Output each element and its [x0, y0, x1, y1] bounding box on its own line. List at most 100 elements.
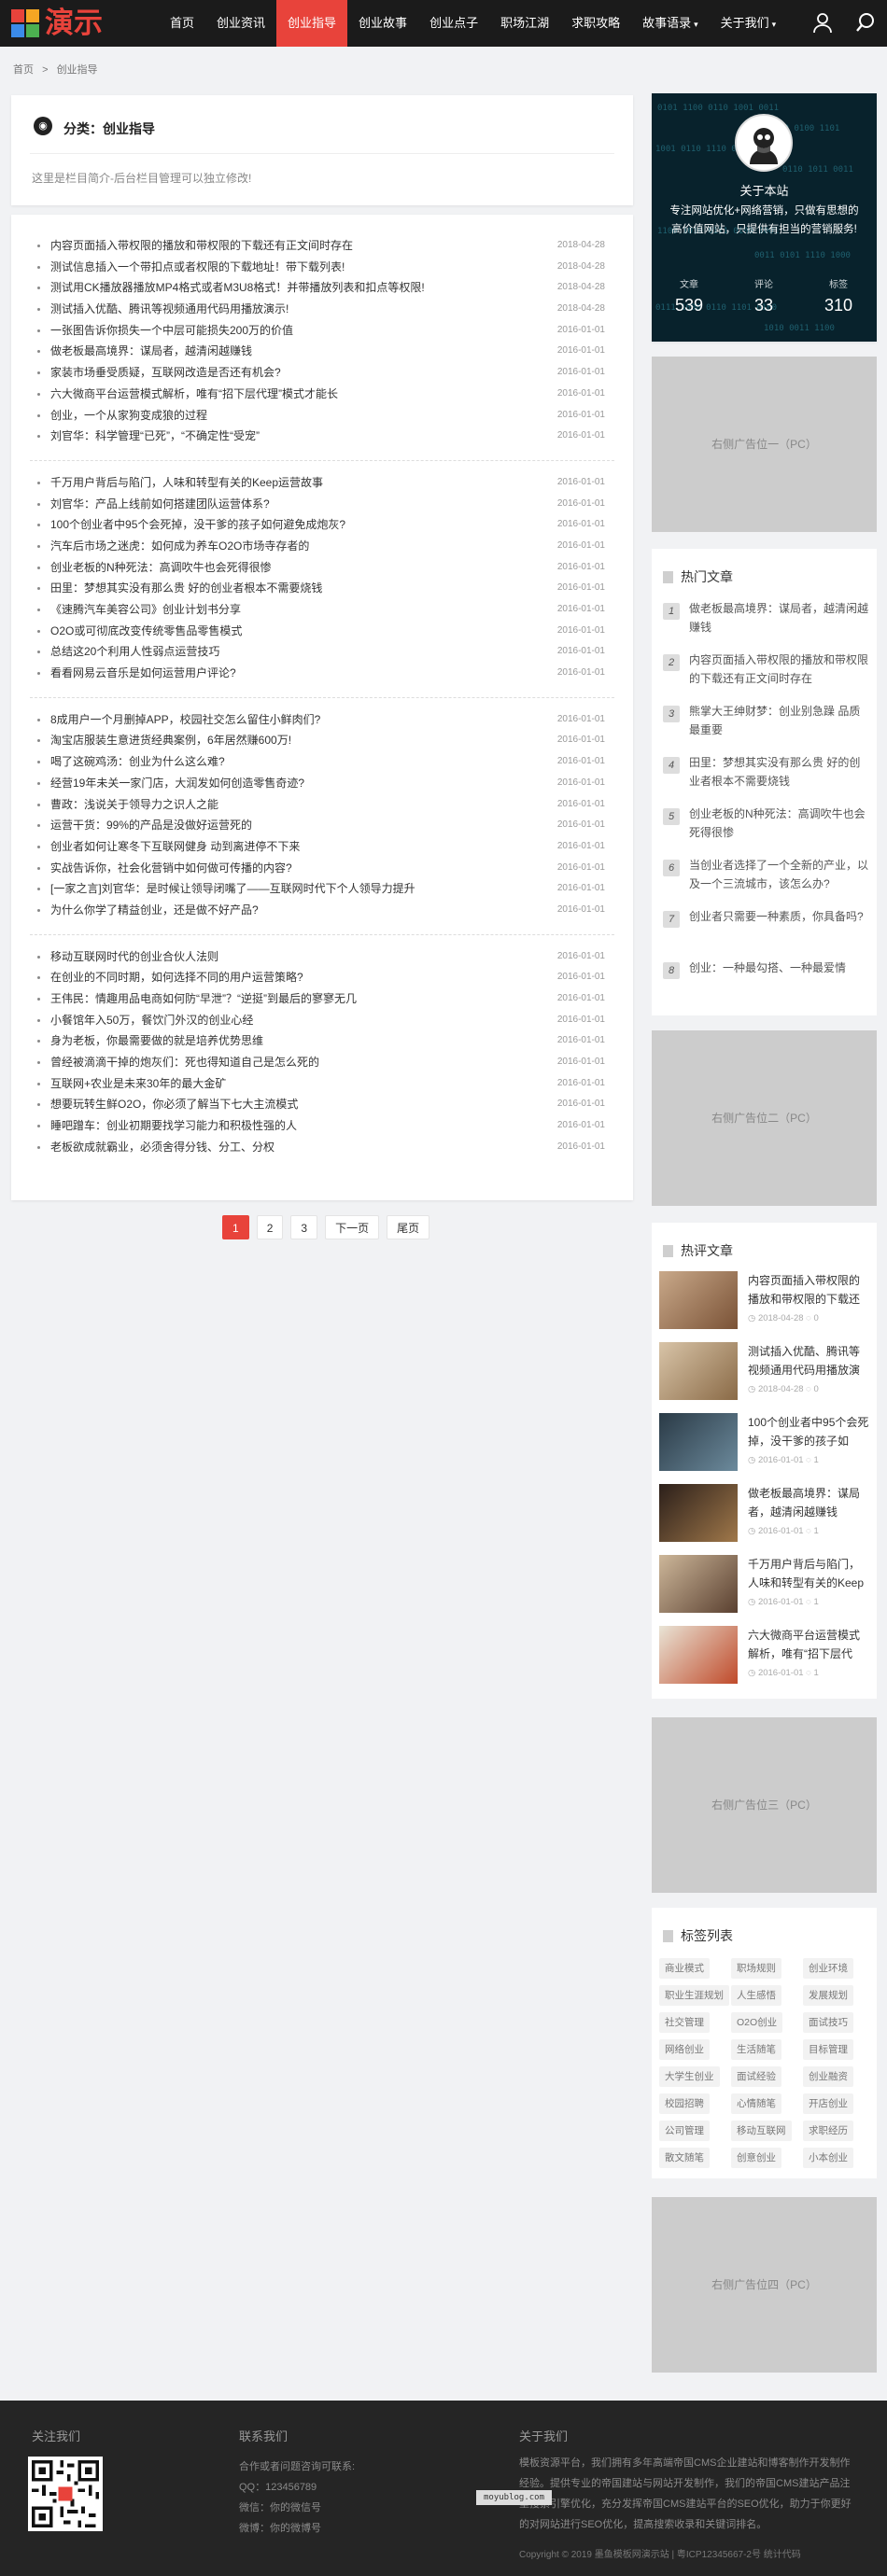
hot-article-item[interactable]: 6 当创业者选择了一个全新的产业，以及一个三流城市，该怎么办?	[663, 856, 868, 893]
hot-article-title[interactable]: 田里：梦想其实没有那么贵 好的创业者根本不需要烧钱	[689, 753, 868, 791]
article-title[interactable]: 测试用CK播放器播放MP4格式或者M3U8格式！并带播放列表和扣点等权限!	[50, 277, 512, 299]
article-title[interactable]: 100个创业者中95个会死掉，没干爹的孩子如何避免成炮灰?	[50, 514, 512, 536]
nav-item[interactable]: 创业点子	[418, 0, 489, 47]
last-page-button[interactable]: 尾页	[387, 1215, 430, 1239]
article-title[interactable]: 喝了这碗鸡汤：创业为什么这么难?	[50, 751, 512, 773]
tag-item[interactable]: 移动互联网	[731, 2121, 792, 2141]
tag-item[interactable]: 职业生涯规划	[659, 1985, 729, 2006]
next-page-button[interactable]: 下一页	[325, 1215, 380, 1239]
nav-item[interactable]: 创业资讯	[205, 0, 276, 47]
nav-item[interactable]: 创业指导	[276, 0, 348, 47]
article-title[interactable]: 六大微商平台运营模式解析，唯有“招下层代理”模式才能长	[50, 384, 512, 405]
article-title[interactable]: 8成用户一个月删掉APP，校园社交怎么留住小鲜肉们?	[50, 709, 512, 731]
comment-article-title[interactable]: 千万用户背后与陷门，人味和转型有关的Keep	[748, 1555, 869, 1592]
list-item[interactable]: 测试用CK播放器播放MP4格式或者M3U8格式！并带播放列表和扣点等权限! 201…	[30, 277, 614, 299]
list-item[interactable]: 小餐馆年入50万，餐饮门外汉的创业心经 2016-01-01	[30, 1010, 614, 1031]
article-title[interactable]: O2O或可彻底改变传统零售品零售模式	[50, 621, 512, 642]
tag-item[interactable]: 校园招聘	[659, 2093, 710, 2114]
list-item[interactable]: 王伟民：情趣用品电商如何防“早泄”？“逆挺”到最后的寥寥无几 2016-01-01	[30, 988, 614, 1010]
tag-item[interactable]: 心情随笔	[731, 2093, 781, 2114]
list-item[interactable]: 100个创业者中95个会死掉，没干爹的孩子如何避免成炮灰? 2016-01-01	[30, 514, 614, 536]
hot-article-item[interactable]: 8 创业：一种最勾搭、一种最爱情	[663, 959, 868, 996]
tag-item[interactable]: 商业模式	[659, 1958, 710, 1979]
article-title[interactable]: 运营干货：99%的产品是没做好运营死的	[50, 815, 512, 836]
comment-article-title[interactable]: 100个创业者中95个会死掉，没干爹的孩子如	[748, 1413, 869, 1450]
hot-article-title[interactable]: 创业：一种最勾搭、一种最爱情	[689, 959, 868, 977]
list-item[interactable]: 曹政：浅说关于领导力之识人之能 2016-01-01	[30, 794, 614, 816]
list-item[interactable]: 做老板最高境界：谋局者，越清闲越赚钱 2016-01-01	[30, 341, 614, 362]
article-title[interactable]: 创业，一个从家狗变成狼的过程	[50, 405, 512, 427]
hot-comment-item[interactable]: 千万用户背后与陷门，人味和转型有关的Keep ◷ 2016-01-01 ◌ 1	[659, 1555, 869, 1615]
hot-article-title[interactable]: 做老板最高境界：谋局者，越清闲越赚钱	[689, 599, 868, 637]
tag-item[interactable]: 生活随笔	[731, 2039, 781, 2060]
list-item[interactable]: 为什么你学了精益创业，还是做不好产品? 2016-01-01	[30, 900, 614, 921]
article-title[interactable]: 测试信息插入一个带扣点或者权限的下载地址！带下载列表!	[50, 257, 512, 278]
list-item[interactable]: 内容页面插入带权限的播放和带权限的下载还有正文间时存在 2018-04-28	[30, 235, 614, 257]
site-logo[interactable]: 演示	[11, 6, 116, 41]
tag-item[interactable]: 创业融资	[803, 2066, 853, 2087]
search-icon[interactable]	[855, 12, 876, 35]
list-item[interactable]: 田里：梦想其实没有那么贵 好的创业者根本不需要烧钱 2016-01-01	[30, 578, 614, 599]
comment-article-title[interactable]: 测试插入优酷、腾讯等视频通用代码用播放演	[748, 1342, 869, 1379]
tag-item[interactable]: 散文随笔	[659, 2148, 710, 2168]
list-item[interactable]: 想要玩转生鲜O2O，你必须了解当下七大主流模式 2016-01-01	[30, 1094, 614, 1115]
list-item[interactable]: 测试插入优酷、腾讯等视频通用代码用播放演示! 2018-04-28	[30, 299, 614, 320]
list-item[interactable]: 刘官华：科学管理“已死”，“不确定性“受宠” 2016-01-01	[30, 426, 614, 447]
article-title[interactable]: 曹政：浅说关于领导力之识人之能	[50, 794, 512, 816]
page-button[interactable]: 2	[256, 1215, 284, 1239]
hot-article-item[interactable]: 7 创业者只需要一种素质，你具备吗?	[663, 907, 868, 945]
list-item[interactable]: 看看网易云音乐是如何运营用户评论? 2016-01-01	[30, 663, 614, 684]
nav-item[interactable]: 关于我们 ▾	[710, 0, 788, 47]
tag-item[interactable]: 创意创业	[731, 2148, 781, 2168]
list-item[interactable]: 老板欲成就霸业，必须舍得分钱、分工、分权 2016-01-01	[30, 1137, 614, 1158]
article-thumbnail-image[interactable]	[659, 1555, 738, 1613]
article-title[interactable]: 创业老板的N种死法：高调吹牛也会死得很惨	[50, 557, 512, 579]
article-title[interactable]: 总结这20个利用人性弱点运营技巧	[50, 641, 512, 663]
article-title[interactable]: 田里：梦想其实没有那么贵 好的创业者根本不需要烧钱	[50, 578, 512, 599]
hot-article-title[interactable]: 熊掌大王绅财梦：创业别急躁 品质最重要	[689, 702, 868, 739]
list-item[interactable]: 创业老板的N种死法：高调吹牛也会死得很惨 2016-01-01	[30, 557, 614, 579]
list-item[interactable]: 曾经被滴滴干掉的炮灰们：死也得知道自己是怎么死的 2016-01-01	[30, 1052, 614, 1073]
article-thumbnail-image[interactable]	[659, 1342, 738, 1400]
article-title[interactable]: 看看网易云音乐是如何运营用户评论?	[50, 663, 512, 684]
nav-item[interactable]: 故事语录 ▾	[631, 0, 710, 47]
ad-slot-3[interactable]: 右侧广告位三（PC）	[652, 1717, 877, 1893]
article-title[interactable]: 刘官华：产品上线前如何搭建团队运营体系?	[50, 494, 512, 515]
list-item[interactable]: 测试信息插入一个带扣点或者权限的下载地址！带下载列表! 2018-04-28	[30, 257, 614, 278]
list-item[interactable]: 汽车后市场之迷虎：如何成为养车O2O市场寺存者的 2016-01-01	[30, 536, 614, 557]
article-thumbnail-image[interactable]	[659, 1484, 738, 1542]
list-item[interactable]: 创业者如何让寒冬下互联网健身 动到离进停不下来 2016-01-01	[30, 836, 614, 858]
hot-comment-item[interactable]: 内容页面插入带权限的播放和带权限的下载还 ◷ 2018-04-28 ◌ 0	[659, 1271, 869, 1331]
article-title[interactable]: 汽车后市场之迷虎：如何成为养车O2O市场寺存者的	[50, 536, 512, 557]
tag-item[interactable]: O2O创业	[731, 2012, 783, 2033]
article-title[interactable]: 家装市场垂受质疑，互联网改造是否还有机会?	[50, 362, 512, 384]
list-item[interactable]: 创业，一个从家狗变成狼的过程 2016-01-01	[30, 405, 614, 427]
nav-item[interactable]: 求职攻略	[560, 0, 631, 47]
author-avatar[interactable]	[735, 114, 793, 172]
tag-item[interactable]: 面试技巧	[803, 2012, 853, 2033]
article-title[interactable]: [一家之言]刘官华：是时候让领导闭嘴了——互联网时代下个人领导力提升	[50, 878, 512, 900]
article-title[interactable]: 做老板最高境界：谋局者，越清闲越赚钱	[50, 341, 512, 362]
article-thumbnail-image[interactable]	[659, 1626, 738, 1684]
list-item[interactable]: [一家之言]刘官华：是时候让领导闭嘴了——互联网时代下个人领导力提升 2016-0…	[30, 878, 614, 900]
hot-article-item[interactable]: 3 熊掌大王绅财梦：创业别急躁 品质最重要	[663, 702, 868, 739]
article-title[interactable]: 移动互联网时代的创业合伙人法则	[50, 946, 512, 968]
article-title[interactable]: 刘官华：科学管理“已死”，“不确定性“受宠”	[50, 426, 512, 447]
list-item[interactable]: 运营干货：99%的产品是没做好运营死的 2016-01-01	[30, 815, 614, 836]
breadcrumb-home-link[interactable]: 首页	[13, 64, 34, 76]
article-title[interactable]: 经营19年未关一家门店，大润发如何创造零售奇迹?	[50, 773, 512, 794]
ad-slot-2[interactable]: 右侧广告位二（PC）	[652, 1030, 877, 1206]
article-thumbnail-image[interactable]	[659, 1271, 738, 1329]
tag-item[interactable]: 求职经历	[803, 2121, 853, 2141]
article-title[interactable]: 内容页面插入带权限的播放和带权限的下载还有正文间时存在	[50, 235, 512, 257]
list-item[interactable]: 总结这20个利用人性弱点运营技巧 2016-01-01	[30, 641, 614, 663]
article-title[interactable]: 老板欲成就霸业，必须舍得分钱、分工、分权	[50, 1137, 512, 1158]
list-item[interactable]: O2O或可彻底改变传统零售品零售模式 2016-01-01	[30, 621, 614, 642]
comment-article-title[interactable]: 做老板最高境界：谋局者，越清闲越赚钱	[748, 1484, 869, 1521]
article-title[interactable]: 想要玩转生鲜O2O，你必须了解当下七大主流模式	[50, 1094, 512, 1115]
list-item[interactable]: 六大微商平台运营模式解析，唯有“招下层代理”模式才能长 2016-01-01	[30, 384, 614, 405]
hot-article-item[interactable]: 5 创业老板的N种死法：高调吹牛也会死得很惨	[663, 805, 868, 842]
list-item[interactable]: 睡吧蹭车：创业初期要找学习能力和积极性强的人 2016-01-01	[30, 1115, 614, 1137]
list-item[interactable]: 实战告诉你，社会化营销中如何做可传播的内容? 2016-01-01	[30, 858, 614, 879]
hot-article-item[interactable]: 1 做老板最高境界：谋局者，越清闲越赚钱	[663, 599, 868, 637]
